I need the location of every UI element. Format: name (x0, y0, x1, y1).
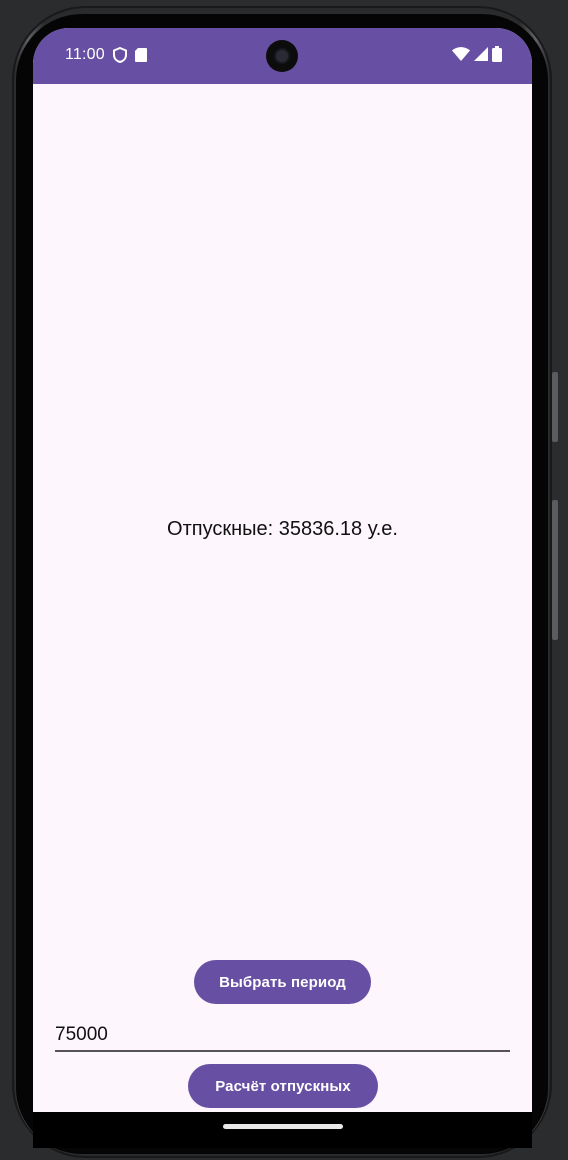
front-camera (266, 40, 298, 72)
sd-card-icon (134, 48, 147, 62)
shield-icon (112, 47, 127, 63)
cellular-signal-icon (474, 47, 488, 61)
status-left-group: 11:00 (65, 46, 147, 64)
salary-amount-input[interactable] (55, 1020, 510, 1052)
power-button (552, 500, 558, 640)
wifi-icon (452, 47, 470, 61)
app-screen: 11:00 Отпускные: 35836.18 у.е. Выбрать п… (33, 28, 532, 1112)
status-bar: 11:00 (33, 28, 532, 84)
home-gesture-handle[interactable] (223, 1124, 343, 1129)
calculate-vacation-pay-button[interactable]: Расчёт отпускных (188, 1064, 378, 1108)
battery-icon (492, 46, 502, 62)
status-time: 11:00 (65, 46, 105, 63)
select-period-button[interactable]: Выбрать период (194, 960, 371, 1004)
status-right-group (452, 46, 502, 62)
vacation-pay-result: Отпускные: 35836.18 у.е. (167, 518, 398, 540)
navigation-bar (33, 1112, 532, 1148)
main-content: Отпускные: 35836.18 у.е. Выбрать период … (33, 84, 532, 1112)
volume-button (552, 372, 558, 442)
